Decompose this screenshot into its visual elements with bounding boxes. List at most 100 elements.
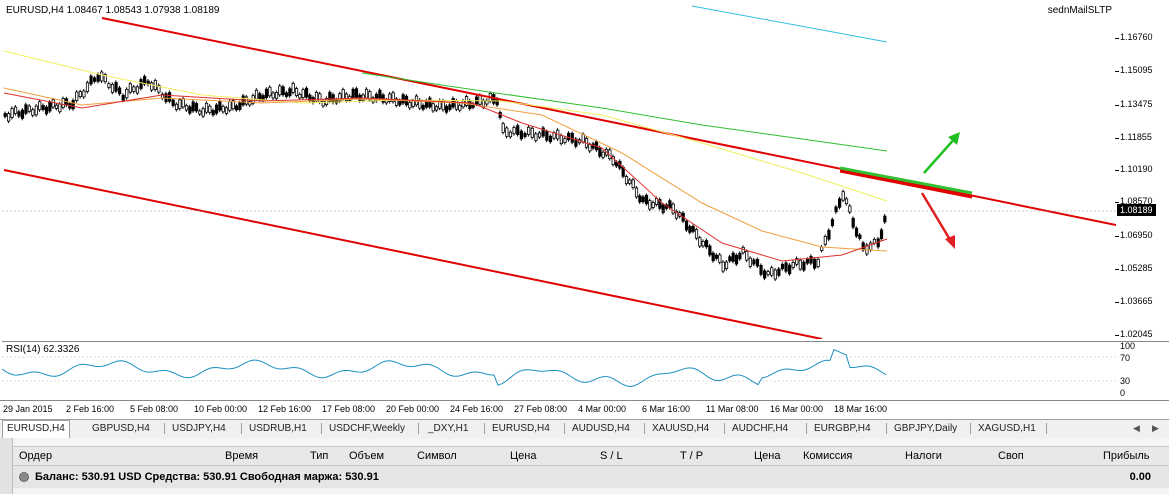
time-tick: 4 Mar 00:00: [578, 404, 627, 414]
candle-body: [631, 179, 635, 189]
candle-body: [858, 234, 862, 239]
price-tick: 1.05285: [1115, 263, 1153, 273]
candle-body: [238, 102, 242, 110]
candle-body: [738, 252, 742, 260]
candle-body: [661, 204, 665, 213]
time-tick: 12 Feb 16:00: [258, 404, 312, 414]
column-header-taxes[interactable]: Налоги: [905, 450, 942, 462]
price-axis[interactable]: 1.16760 1.15095 1.13475 1.11855 1.10190 …: [1115, 3, 1169, 339]
candle-body: [851, 217, 855, 228]
rsi-tick: 100: [1120, 341, 1136, 351]
balance-summary: Баланс: 530.91 USD Средства: 530.91 Своб…: [35, 471, 379, 483]
candle-body: [34, 105, 38, 116]
candle-body: [17, 111, 21, 117]
candle-body: [777, 268, 781, 276]
total-profit: 0.00: [1129, 471, 1151, 483]
candle-body: [519, 130, 523, 140]
terminal-side-bar[interactable]: [0, 438, 13, 494]
candle-body: [100, 71, 104, 82]
price-chart-pane[interactable]: EURUSD,H4 1.08467 1.08543 1.07938 1.0818…: [2, 3, 1117, 339]
candle-body: [20, 109, 25, 119]
candle-body: [221, 106, 225, 113]
column-header-price-current[interactable]: Цена: [754, 450, 780, 462]
candle-body: [823, 236, 827, 245]
price-tick: 1.16760: [1115, 32, 1153, 42]
candle-body: [872, 238, 877, 244]
column-header-volume[interactable]: Объем: [349, 450, 384, 462]
candle-body: [54, 104, 59, 109]
candle-body: [125, 88, 129, 99]
column-header-type[interactable]: Тип: [310, 450, 328, 462]
candle-body: [755, 259, 760, 267]
candle-body: [364, 88, 369, 99]
column-header-order[interactable]: Ордер: [19, 450, 52, 462]
tab-xauusd-h4[interactable]: XAUUSD,H4: [648, 421, 713, 436]
tab-eurgbp-h4[interactable]: EURGBP,H4: [810, 421, 875, 436]
tab-eurusd-h4[interactable]: EURUSD,H4: [2, 420, 70, 438]
candle-body: [178, 99, 182, 109]
tab-usdrub-h1[interactable]: USDRUB,H1: [245, 421, 311, 436]
column-header-time[interactable]: Время: [225, 450, 258, 462]
column-header-swap[interactable]: Своп: [998, 450, 1024, 462]
candle-body: [567, 132, 571, 141]
candle-body: [813, 258, 817, 269]
candle-body: [628, 179, 632, 184]
expert-advisor-label: sednMailSLTP: [1047, 5, 1112, 16]
column-header-price[interactable]: Цена: [510, 450, 536, 462]
candle-body: [254, 89, 259, 100]
rsi-title: RSI(14) 62.3326: [6, 344, 80, 355]
candle-body: [224, 107, 229, 114]
tab-xagusd-h1[interactable]: XAGUSD,H1: [974, 421, 1040, 436]
tab-gbpjpy-daily[interactable]: GBPJPY,Daily: [890, 421, 961, 436]
tab-audchf-h4[interactable]: AUDCHF,H4: [728, 421, 792, 436]
candle-body: [838, 198, 842, 208]
tab-audusd-h4[interactable]: AUDUSD,H4: [568, 421, 634, 436]
column-header-sl[interactable]: S / L: [600, 450, 623, 462]
candle-body: [93, 77, 97, 82]
candle-body: [809, 255, 813, 264]
time-axis: 29 Jan 2015 2 Feb 16:00 5 Feb 08:00 10 F…: [0, 400, 1169, 419]
candle-body: [110, 84, 115, 93]
candle-body: [788, 264, 792, 275]
resistance-green-line: [839, 166, 973, 195]
tab-separator: [418, 423, 419, 434]
tab-usdjpy-h4[interactable]: USDJPY,H4: [168, 421, 230, 436]
tab-scroll-left-icon[interactable]: ◀: [1133, 423, 1140, 434]
candle-body: [634, 187, 639, 198]
candle-body: [71, 99, 75, 110]
candle-body: [548, 135, 553, 143]
candle-body: [588, 144, 592, 152]
orders-table-header: Ордер Время Тип Объем Символ Цена S / L …: [13, 446, 1169, 466]
candle-body: [827, 229, 831, 240]
rsi-canvas: [2, 348, 1116, 387]
time-tick: 5 Feb 08:00: [130, 404, 179, 414]
column-header-commission[interactable]: Комиссия: [803, 450, 852, 462]
candle-body: [301, 89, 305, 98]
balance-row[interactable]: Баланс: 530.91 USD Средства: 530.91 Своб…: [13, 466, 1169, 488]
candle-body: [228, 101, 232, 111]
tab-gbpusd-h4[interactable]: GBPUSD,H4: [88, 421, 154, 436]
price-chart-canvas: [2, 5, 1116, 339]
tab-separator: [724, 423, 725, 434]
rsi-pane[interactable]: RSI(14) 62.3326: [2, 341, 1117, 401]
terminal-panel: Ордер Время Тип Объем Символ Цена S / L …: [0, 438, 1169, 494]
tab-scroll-right-icon[interactable]: ▶: [1152, 423, 1159, 434]
tab-usdchf-weekly[interactable]: USDCHF,Weekly: [325, 421, 409, 436]
tab-eurusd-h4-2[interactable]: EURUSD,H4: [488, 421, 554, 436]
candle-body: [816, 258, 820, 267]
ma-fast-line: [3, 92, 888, 262]
column-header-symbol[interactable]: Символ: [417, 450, 457, 462]
candle-body: [128, 83, 132, 93]
candle-body: [770, 267, 774, 276]
candle-body: [304, 87, 309, 98]
column-header-profit[interactable]: Прибыль: [1103, 450, 1150, 462]
time-tick: 6 Mar 16:00: [642, 404, 691, 414]
column-header-tp[interactable]: T / P: [680, 450, 703, 462]
candle-body: [234, 105, 239, 111]
chart-tabs: EURUSD,H4 GBPUSD,H4 USDJPY,H4 USDRUB,H1 …: [0, 419, 1169, 439]
candle-body: [31, 109, 35, 116]
tab-dxy-h1[interactable]: _DXY,H1: [424, 421, 472, 436]
candle-body: [431, 103, 435, 112]
candle-body: [281, 86, 285, 96]
candle-body: [461, 100, 465, 108]
